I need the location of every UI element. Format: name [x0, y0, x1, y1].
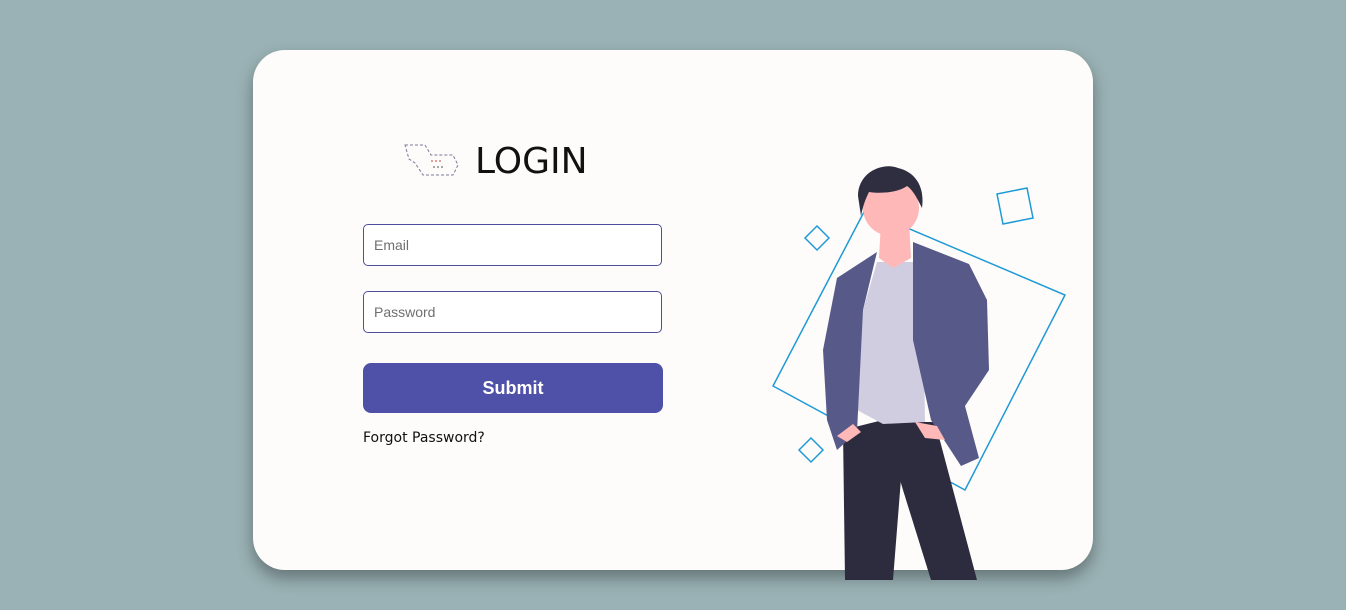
- email-field[interactable]: [363, 224, 662, 266]
- login-logo-icon: [404, 144, 459, 176]
- standing-person-illustration: [771, 166, 1067, 580]
- login-header: LOGIN: [403, 136, 588, 186]
- submit-button[interactable]: Submit: [363, 363, 663, 413]
- page-title: LOGIN: [475, 140, 588, 182]
- password-field[interactable]: [363, 291, 662, 333]
- forgot-password-link[interactable]: Forgot Password?: [363, 430, 485, 446]
